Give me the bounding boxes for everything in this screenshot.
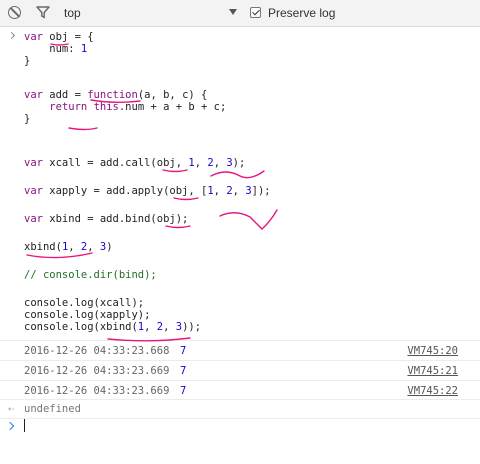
annotation-underline xyxy=(26,252,93,259)
code-line: var xcall = add.call(obj, 1, 2, 3); xyxy=(24,157,246,169)
log-value: 7 xyxy=(180,365,187,377)
code-line: console.log(xcall); xyxy=(24,297,145,309)
log-timestamp: 2016-12-26 04:33:23.669 xyxy=(24,385,170,397)
context-selector[interactable]: top xyxy=(64,6,81,20)
annotation-checkmark xyxy=(219,209,278,230)
log-timestamp: 2016-12-26 04:33:23.668 xyxy=(24,345,170,357)
console-log-row: 2016-12-26 04:33:23.669 7 VM745:21 xyxy=(0,361,480,380)
code-line: var add = function(a, b, c) { xyxy=(24,89,208,101)
annotation-underline xyxy=(162,169,188,173)
context-dropdown-icon[interactable] xyxy=(229,9,237,15)
log-source-link[interactable]: VM745:22 xyxy=(407,385,458,397)
code-line: var xbind = add.bind(obj); xyxy=(24,213,189,225)
result-value: undefined xyxy=(24,403,81,415)
console-log-row: 2016-12-26 04:33:23.668 7 VM745:20 xyxy=(0,341,480,360)
console-result-row: ⇠ undefined xyxy=(0,400,480,418)
preserve-log-label[interactable]: Preserve log xyxy=(268,6,335,20)
code-line: var obj = { xyxy=(24,31,94,43)
log-value: 7 xyxy=(180,385,187,397)
code-line: } xyxy=(24,113,31,125)
console-log-row: 2016-12-26 04:33:23.669 7 VM745:22 xyxy=(0,381,480,400)
log-source-link[interactable]: VM745:21 xyxy=(407,365,458,377)
code-line: var xapply = add.apply(obj, [1, 2, 3]); xyxy=(24,185,271,197)
prompt-arrow-icon xyxy=(5,421,15,431)
preserve-log-checkbox[interactable] xyxy=(250,7,261,18)
annotation-underline xyxy=(68,127,98,131)
filter-icon[interactable] xyxy=(36,6,50,19)
code-line: num: 1 xyxy=(24,43,88,55)
annotation-underline xyxy=(173,197,199,201)
console-toolbar: top Preserve log xyxy=(0,0,480,27)
code-line: xbind(1, 2, 3) xyxy=(24,241,113,253)
return-arrow-icon: ⇠ xyxy=(8,402,15,415)
code-line: return this.num + a + b + c; xyxy=(49,101,227,113)
log-value: 7 xyxy=(180,345,187,357)
code-line: } xyxy=(24,55,31,67)
text-caret xyxy=(24,419,25,432)
annotation-underline xyxy=(165,225,191,229)
log-timestamp: 2016-12-26 04:33:23.669 xyxy=(24,365,170,377)
code-comment: // console.dir(bind); xyxy=(24,269,157,281)
input-echo-arrow-icon xyxy=(7,31,16,40)
console-prompt[interactable] xyxy=(0,419,480,437)
log-source-link[interactable]: VM745:20 xyxy=(407,345,458,357)
code-line: console.log(xbind(1, 2, 3)); xyxy=(24,321,202,333)
code-line: console.log(xapply); xyxy=(24,309,151,321)
annotation-squiggle xyxy=(210,170,265,179)
clear-console-icon[interactable] xyxy=(8,6,21,19)
